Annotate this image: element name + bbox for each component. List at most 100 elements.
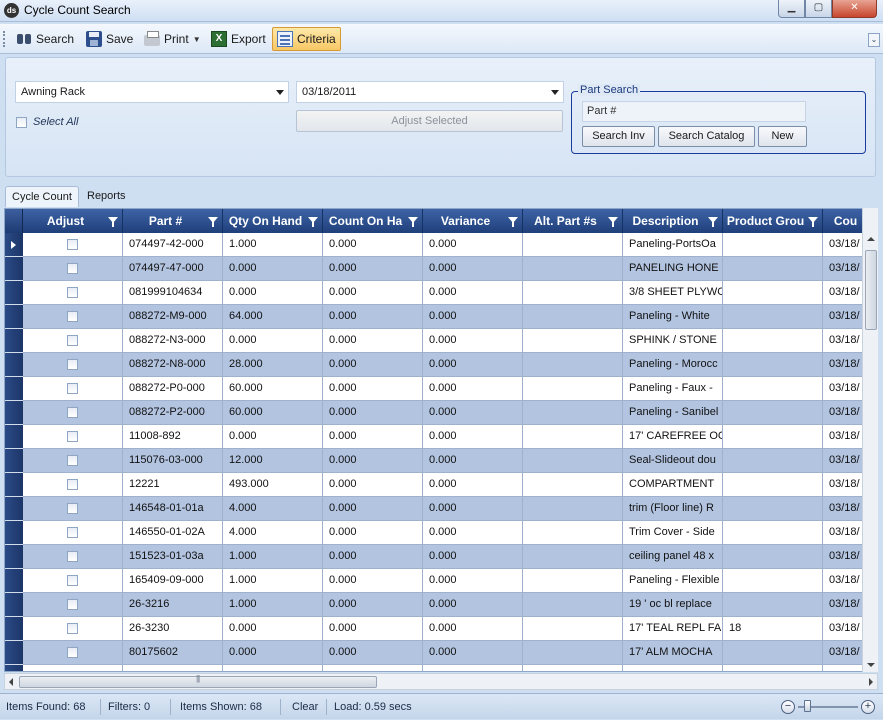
part-number-cell[interactable]: 074497-47-000 bbox=[123, 257, 223, 281]
search-inv-button[interactable]: Search Inv bbox=[582, 126, 655, 147]
description-cell[interactable]: Paneling - Morocc bbox=[623, 353, 723, 377]
column-header-part-number[interactable]: Part # bbox=[123, 209, 223, 233]
filter-icon[interactable] bbox=[208, 217, 218, 227]
variance-cell[interactable]: 0.000 bbox=[423, 521, 523, 545]
description-cell[interactable]: PANELING HONE bbox=[623, 257, 723, 281]
description-cell[interactable]: Paneling - White bbox=[623, 305, 723, 329]
column-header-variance[interactable]: Variance bbox=[423, 209, 523, 233]
count-date-cell[interactable]: 03/18/ bbox=[823, 473, 862, 497]
zoom-slider-thumb[interactable] bbox=[804, 700, 811, 712]
qty-on-hand-cell[interactable]: 60.000 bbox=[223, 377, 323, 401]
column-header-description[interactable]: Description bbox=[623, 209, 723, 233]
qty-on-hand-cell[interactable]: 4.000 bbox=[223, 497, 323, 521]
column-header-alt-part-numbers[interactable]: Alt. Part #s bbox=[523, 209, 623, 233]
adjust-checkbox[interactable] bbox=[67, 455, 78, 466]
product-group-cell[interactable] bbox=[723, 449, 823, 473]
zoom-out-icon[interactable]: − bbox=[781, 700, 795, 714]
new-part-button[interactable]: New bbox=[758, 126, 807, 147]
variance-cell[interactable]: 0.000 bbox=[423, 353, 523, 377]
alt-part-numbers-cell[interactable] bbox=[523, 521, 623, 545]
count-date-cell[interactable]: 03/18/ bbox=[823, 521, 862, 545]
part-number-input[interactable]: Part # bbox=[582, 101, 806, 122]
count-on-hand-cell[interactable]: 0.000 bbox=[323, 569, 423, 593]
row-selector[interactable] bbox=[5, 665, 23, 671]
filter-icon[interactable] bbox=[308, 217, 318, 227]
filter-icon[interactable] bbox=[108, 217, 118, 227]
adjust-checkbox[interactable] bbox=[67, 239, 78, 250]
search-button[interactable]: Search bbox=[12, 28, 78, 50]
variance-cell[interactable]: 0.000 bbox=[423, 569, 523, 593]
count-date-cell[interactable]: 03/18/ bbox=[823, 329, 862, 353]
table-row[interactable]: 074497-42-000 1.000 0.000 0.000 Paneling-Por… bbox=[5, 233, 862, 257]
count-date-cell[interactable]: 03/18/ bbox=[823, 641, 862, 665]
qty-on-hand-cell[interactable]: 4.000 bbox=[223, 521, 323, 545]
alt-part-numbers-cell[interactable] bbox=[523, 497, 623, 521]
product-group-cell[interactable] bbox=[723, 329, 823, 353]
row-selector[interactable] bbox=[5, 593, 23, 617]
table-row[interactable]: 151523-01-03a 1.000 0.000 0.000 ceiling pane… bbox=[5, 545, 862, 569]
search-catalog-button[interactable]: Search Catalog bbox=[658, 126, 755, 147]
alt-part-numbers-cell[interactable] bbox=[523, 617, 623, 641]
description-cell[interactable]: 17' TEAL REPL FAB bbox=[623, 617, 723, 641]
alt-part-numbers-cell[interactable] bbox=[523, 401, 623, 425]
variance-cell[interactable]: 0.000 bbox=[423, 449, 523, 473]
row-selector[interactable] bbox=[5, 329, 23, 353]
qty-on-hand-cell[interactable]: 0.000 bbox=[223, 641, 323, 665]
description-cell[interactable]: COMPARTMENT bbox=[623, 473, 723, 497]
product-group-cell[interactable] bbox=[723, 353, 823, 377]
variance-cell[interactable]: 0.000 bbox=[423, 233, 523, 257]
part-number-cell[interactable]: 088272-M9-000 bbox=[123, 305, 223, 329]
part-number-cell[interactable]: 081999104634 bbox=[123, 281, 223, 305]
variance-cell[interactable]: 0.000 bbox=[423, 545, 523, 569]
adjust-checkbox[interactable] bbox=[67, 479, 78, 490]
description-cell[interactable]: SPHINK / STONE bbox=[623, 329, 723, 353]
product-group-cell[interactable] bbox=[723, 545, 823, 569]
adjust-checkbox[interactable] bbox=[67, 335, 78, 346]
dropdown-arrow-icon[interactable] bbox=[551, 90, 559, 95]
description-cell[interactable]: 19 ' oc bl replace bbox=[623, 593, 723, 617]
row-selector[interactable] bbox=[5, 449, 23, 473]
description-cell[interactable]: Paneling - Sanibel bbox=[623, 401, 723, 425]
count-date-cell[interactable]: 03/18/ bbox=[823, 233, 862, 257]
alt-part-numbers-cell[interactable] bbox=[523, 233, 623, 257]
variance-cell[interactable]: 0.000 bbox=[423, 497, 523, 521]
maximize-button[interactable]: ▢ bbox=[805, 0, 832, 18]
product-group-cell[interactable] bbox=[723, 257, 823, 281]
part-number-cell[interactable]: 088272-N3-000 bbox=[123, 329, 223, 353]
product-group-cell[interactable] bbox=[723, 401, 823, 425]
row-selector[interactable] bbox=[5, 497, 23, 521]
toolbar-grip[interactable] bbox=[3, 31, 6, 47]
part-number-cell[interactable]: 146548-01-01a bbox=[123, 497, 223, 521]
column-header-qty-on-hand[interactable]: Qty On Hand bbox=[223, 209, 323, 233]
count-date-cell[interactable]: 03/18/ bbox=[823, 257, 862, 281]
part-number-cell[interactable]: 80175602 bbox=[123, 641, 223, 665]
variance-cell[interactable] bbox=[423, 665, 523, 671]
alt-part-numbers-cell[interactable] bbox=[523, 449, 623, 473]
description-cell[interactable] bbox=[623, 665, 723, 671]
column-header-count-date[interactable]: Cou bbox=[823, 209, 862, 233]
adjust-checkbox[interactable] bbox=[67, 575, 78, 586]
count-date-cell[interactable]: 03/18/ bbox=[823, 593, 862, 617]
count-date-cell[interactable]: 03/18/ bbox=[823, 377, 862, 401]
qty-on-hand-cell[interactable]: 1.000 bbox=[223, 569, 323, 593]
variance-cell[interactable]: 0.000 bbox=[423, 305, 523, 329]
scroll-up-icon[interactable] bbox=[867, 237, 875, 241]
criteria-toggle-button[interactable]: Criteria bbox=[272, 27, 341, 51]
variance-cell[interactable]: 0.000 bbox=[423, 257, 523, 281]
date-picker[interactable]: 03/18/2011 bbox=[296, 81, 564, 103]
product-group-cell[interactable] bbox=[723, 305, 823, 329]
row-selector[interactable] bbox=[5, 521, 23, 545]
adjust-checkbox[interactable] bbox=[67, 287, 78, 298]
alt-part-numbers-cell[interactable] bbox=[523, 257, 623, 281]
table-row[interactable]: 165409-09-000 1.000 0.000 0.000 Paneling - F… bbox=[5, 569, 862, 593]
count-on-hand-cell[interactable]: 0.000 bbox=[323, 449, 423, 473]
product-group-cell[interactable] bbox=[723, 473, 823, 497]
row-selector[interactable] bbox=[5, 257, 23, 281]
qty-on-hand-cell[interactable]: 0.000 bbox=[223, 281, 323, 305]
location-dropdown[interactable]: Awning Rack bbox=[15, 81, 289, 103]
dropdown-arrow-icon[interactable] bbox=[276, 90, 284, 95]
zoom-in-icon[interactable]: + bbox=[861, 700, 875, 714]
table-row[interactable]: 80175602 0.000 0.000 0.000 17' ALM MOCHA 03/1… bbox=[5, 641, 862, 665]
tab-cycle-count[interactable]: Cycle Count bbox=[5, 186, 79, 207]
print-button[interactable]: Print ▼ bbox=[140, 28, 205, 50]
